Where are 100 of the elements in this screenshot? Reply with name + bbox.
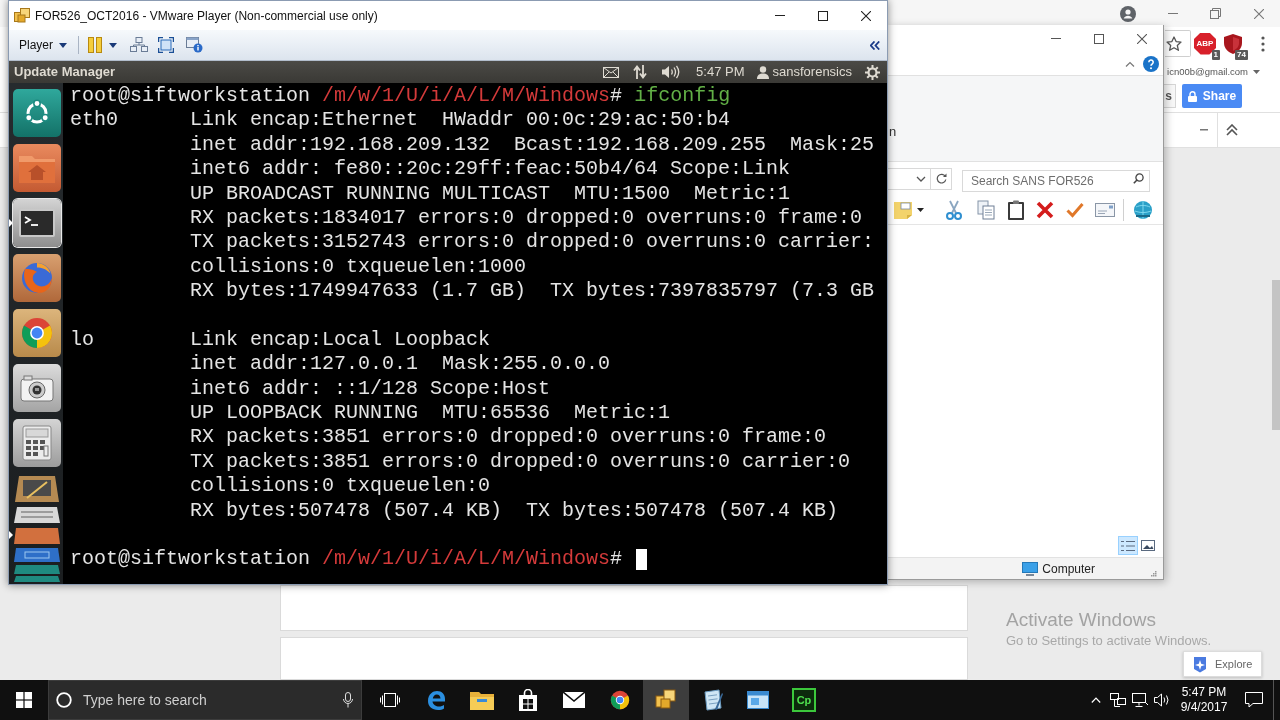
output-line: inet addr:192.168.209.132 Bcast:192.168.209.255 Mask:25 [190,132,875,158]
clock-time: 5:47 PM [1181,685,1227,700]
collapsed-launcher-icons-drawing[interactable] [13,474,61,582]
browser-icon [425,689,447,711]
output-line: inet6 addr: ::1/128 Scope:Host [190,376,551,402]
shield-icon[interactable] [1224,33,1242,54]
microphone-icon [343,692,353,708]
up-down-arrows-icon[interactable] [633,65,648,79]
pause-icon[interactable] [88,37,102,53]
output-line: collisions:0 txqueuelen:0 [190,474,491,499]
output-line: TX packets:3152743 errors:0 dropped:0 overruns:0 carrier: [190,230,875,255]
lock-icon [1187,90,1197,102]
search-circle-icon [56,692,72,708]
clock-button[interactable]: 5:47 PM 9/4/2017 [1173,680,1235,720]
windows-logo-icon [16,692,32,708]
output-line: RX bytes:507478 (507.4 KB) TX bytes:507478 (507.4 KB) [190,498,839,524]
minimize-icon [1167,13,1178,14]
prompt-line: root@siftworkstation /m/w/1/U/i/A/L/M/Windows# ifconfig [70,84,731,109]
help-icon[interactable] [1143,55,1159,72]
chevron-up-icon [1091,697,1101,703]
checkmark-icon[interactable] [1066,201,1084,218]
scissors-icon[interactable] [945,199,963,220]
status-text: Computer [1042,560,1095,578]
camera-icon[interactable] [13,364,61,412]
close-icon [1136,33,1147,44]
delete-icon[interactable] [1036,200,1054,219]
panel-user-name[interactable]: sansforensics [772,62,852,82]
extension-badge: 1 [1211,49,1220,60]
double-chevron-left-icon[interactable] [870,40,880,50]
clipboard-icon[interactable] [1007,199,1025,220]
activation-title: Activate Windows [1006,608,1157,632]
output-line: RX packets:1834017 errors:0 dropped:0 overruns:0 frame:0 [190,205,863,231]
maximize-icon [1093,33,1104,44]
close-icon [1253,8,1264,19]
search-field[interactable]: Type here to search [48,680,362,720]
view-button[interactable] [1118,536,1138,555]
mail-icon [563,692,585,708]
folder-icon [470,690,494,710]
more-options-icon[interactable] [1261,35,1265,52]
terminal-icon[interactable] [13,199,61,247]
close-icon [860,10,871,21]
task-view-icon [380,692,400,708]
browser-icon [609,689,631,711]
window-info-icon[interactable] [186,37,203,53]
output-line: Link encap:Ethernet HWaddr 00:0c:29:ac:50:b4 [190,108,731,133]
output-line: Link encap:Local Loopback [190,327,491,353]
monitor-icon [1132,693,1148,707]
chevron-down-icon [916,175,927,182]
star-icon[interactable] [1166,35,1182,52]
restore-icon [1210,8,1221,19]
output-line: collisions:0 txqueuelen:1000 [190,254,527,280]
caret-icon [59,42,67,48]
player-menu-button[interactable]: Player [17,36,69,54]
globe-icon[interactable] [1133,199,1153,220]
circle-logo-icon[interactable] [13,89,61,137]
sparkle-tag-icon [1193,655,1207,673]
chevron-up-icon[interactable] [1125,60,1135,67]
output-line: RX packets:3851 errors:0 dropped:0 overruns:0 frame:0 [190,425,827,450]
browser-icon[interactable] [13,309,61,357]
extension-badge: 74 [1235,49,1248,60]
window-title: FOR526_OCT2016 - VMware Player (Non-commercial use only) [35,7,378,25]
speaker-icon[interactable] [662,65,682,79]
app-logo-icon [14,7,30,24]
calculator-icon[interactable] [13,419,61,467]
caret-icon[interactable] [109,42,117,48]
refresh-button[interactable] [931,167,952,190]
panel-clock[interactable]: 5:47 PM [696,62,745,82]
monitor-icon [1022,561,1039,576]
taskbar-app-button[interactable] [643,680,689,720]
scrollbar-thumb[interactable] [1272,280,1280,430]
refresh-icon [935,173,947,184]
maximize-icon [817,10,828,21]
minimize-icon [774,15,785,16]
caret-icon[interactable] [917,207,924,212]
preview-pane-icon [1141,540,1155,551]
output-line: RX bytes:1749947633 (1.7 GB) TX bytes:7397835797 (7.3 GB [190,279,875,304]
overlapping-squares-icon [655,689,677,711]
account-email[interactable]: icn00b@gmail.com [1167,64,1248,80]
search-icon [1133,172,1144,184]
window-icon [747,691,769,709]
clock-date: 9/4/2017 [1180,700,1228,715]
person-icon[interactable] [756,65,769,79]
address-bar[interactable] [1165,30,1191,57]
details-view-icon [1121,539,1135,552]
shopping-bag-icon [518,689,538,711]
output-line: TX packets:3851 errors:0 dropped:0 overruns:0 carrier:0 [190,449,851,475]
network-icon [1110,693,1126,707]
account-icon[interactable] [1120,5,1136,22]
activation-message: Go to Settings to activate Windows. [1006,632,1212,649]
resize-grip-icon [1150,570,1157,577]
panel-title: Update Manager [14,63,116,82]
ribbon-label: n [889,123,897,141]
fullscreen-icon[interactable] [158,37,174,53]
explore-button[interactable]: Explore [1183,651,1262,677]
network-computers-icon[interactable] [130,37,148,53]
taskbar-app-button[interactable]: Cp [781,680,827,720]
minimize-icon [1050,38,1061,39]
settings-icon[interactable] [865,64,880,80]
output-line: inet6 addr: fe80::20c:29ff:feac:50b4/64 Scope:Link [190,157,791,182]
double-chevron-up-icon[interactable] [1226,124,1238,136]
